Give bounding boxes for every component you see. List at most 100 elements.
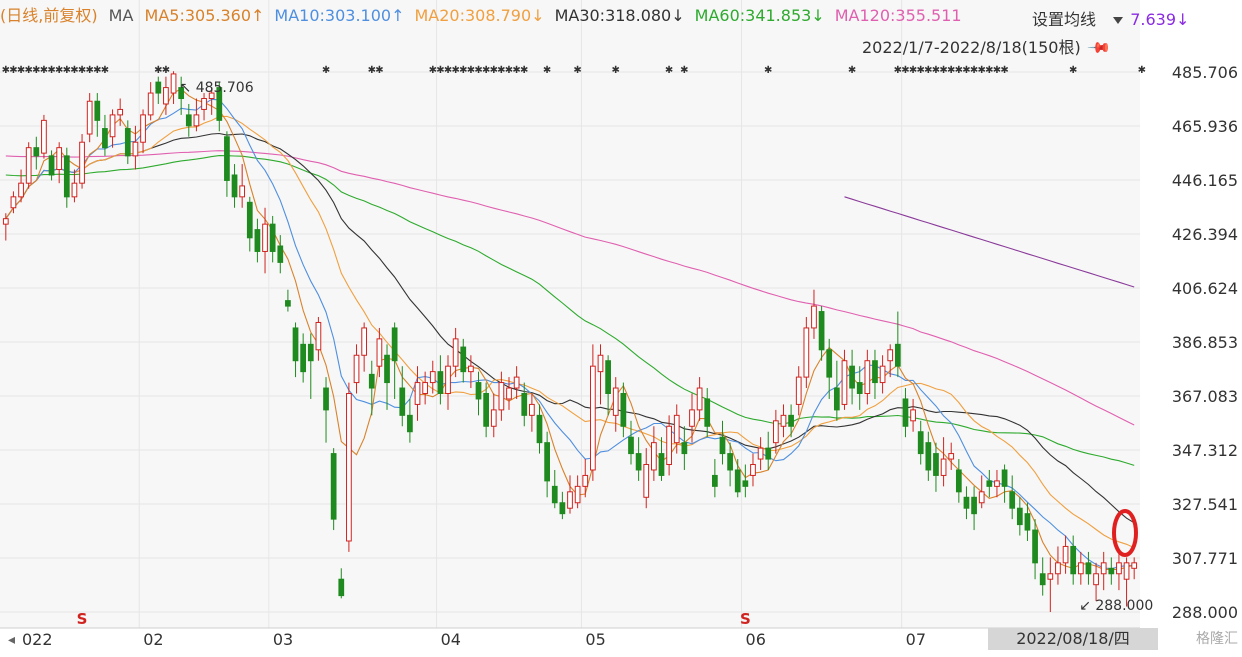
ma-value-ma120: MA120:355.511 xyxy=(834,6,962,25)
low-value-label: ↙ 288.000 xyxy=(1079,598,1153,614)
candle-body xyxy=(246,201,253,239)
candle-body xyxy=(1077,562,1084,575)
candle-body xyxy=(925,442,932,471)
candle-body xyxy=(368,373,375,389)
event-marker: ✱ xyxy=(520,65,528,76)
candle-body xyxy=(529,403,535,416)
event-marker: ✱ xyxy=(665,65,673,76)
candle-body xyxy=(696,387,703,411)
ma-value-ma5: MA5:305.360↑ xyxy=(144,6,265,25)
candle-body xyxy=(94,100,101,121)
candle-body xyxy=(933,453,939,476)
event-marker: ✱ xyxy=(612,65,620,76)
scroll-left-icon: ◂ xyxy=(8,632,15,648)
plot-background xyxy=(0,0,1140,628)
candle-body xyxy=(63,155,70,198)
candle-body xyxy=(163,87,169,105)
candle-body xyxy=(33,147,40,157)
dividend-marker: S xyxy=(740,610,751,628)
high-value-label: ↖ 485.706 xyxy=(180,80,254,96)
candle-body xyxy=(872,360,878,384)
watermark-logo: 格隆汇 xyxy=(1196,631,1238,647)
candle-body xyxy=(879,365,886,384)
candle-body xyxy=(498,382,505,411)
date-range-row: 2022/1/7-2022/8/18(150根) 📌 xyxy=(862,34,1112,61)
candle-body xyxy=(147,92,154,116)
candle-body xyxy=(795,376,802,405)
candle-body xyxy=(124,128,131,157)
candle-body xyxy=(521,392,528,416)
candle-body xyxy=(597,354,604,373)
candle-body xyxy=(856,382,863,394)
candle-body xyxy=(727,453,733,471)
candle-body xyxy=(79,141,85,184)
candle-body xyxy=(361,327,368,356)
candle-body xyxy=(544,442,550,482)
y-tick-label: 465.936 xyxy=(1172,117,1238,136)
candle-body xyxy=(1085,562,1092,575)
x-tick-label: 022 xyxy=(22,630,53,649)
candle-body xyxy=(780,414,787,427)
candle-body xyxy=(185,114,192,127)
settings-control[interactable]: 设置均线 7.639↓ xyxy=(1032,6,1189,30)
ma-value-ma30: MA30:318.080↓ xyxy=(554,6,685,25)
candle-body xyxy=(612,387,619,416)
event-marker: ✱ xyxy=(543,65,551,76)
pin-icon[interactable]: 📌 xyxy=(1086,35,1112,61)
ma-value-ma60: MA60:341.853↓ xyxy=(694,6,825,25)
x-tick-label: 03 xyxy=(273,630,293,649)
candle-body xyxy=(574,485,581,504)
candle-body xyxy=(1100,562,1107,575)
candle-body xyxy=(963,496,970,509)
candle-body xyxy=(193,114,200,127)
event-marker: ✱ xyxy=(764,65,772,76)
candle-body xyxy=(1062,545,1069,564)
date-range-label: 2022/1/7-2022/8/18(150根) xyxy=(862,38,1081,57)
candle-body xyxy=(818,311,825,351)
candle-body xyxy=(384,354,390,384)
event-marker: ✱ xyxy=(680,65,688,76)
ma-value-ma20: MA20:308.790↓ xyxy=(414,6,545,25)
candle-body xyxy=(704,398,711,427)
candle-body xyxy=(986,480,993,487)
settings-label[interactable]: 设置均线 xyxy=(1032,10,1096,29)
y-tick-label: 347.312 xyxy=(1172,441,1238,460)
y-tick-label: 426.394 xyxy=(1172,225,1238,244)
trailing-value: 7.639↓ xyxy=(1130,10,1190,29)
candle-body xyxy=(269,223,276,252)
candle-body xyxy=(711,474,718,487)
candle-body xyxy=(910,409,916,422)
candle-body xyxy=(826,349,833,378)
candlestick-chart-svg[interactable]: 485.706 465.936 446.165 426.394 406.624 386.8… xyxy=(0,0,1242,653)
candle-body xyxy=(567,491,573,509)
candle-body xyxy=(1070,545,1077,575)
candle-body xyxy=(117,108,124,116)
x-tick-label: 02 xyxy=(143,630,163,649)
candle-body xyxy=(71,182,78,198)
candle-body xyxy=(490,409,497,427)
candle-body xyxy=(1024,513,1031,531)
candle-body xyxy=(109,114,116,138)
candle-body xyxy=(1032,529,1038,564)
candle-body xyxy=(132,141,139,157)
candle-body xyxy=(757,447,764,460)
candle-body xyxy=(475,382,482,400)
candle-body xyxy=(582,474,589,487)
candle-body xyxy=(917,431,924,455)
candle-body xyxy=(437,371,444,394)
candle-body xyxy=(628,436,634,455)
candle-body xyxy=(849,365,855,389)
candle-body xyxy=(429,371,436,384)
candle-body xyxy=(803,327,810,378)
stock-chart[interactable]: 485.706 465.936 446.165 426.394 406.624 386.8… xyxy=(0,0,1242,653)
candle-body xyxy=(1016,507,1023,526)
triangle-down-icon[interactable] xyxy=(1113,17,1124,24)
candle-body xyxy=(833,387,840,411)
candle-body xyxy=(536,414,543,444)
candle-body xyxy=(41,119,47,154)
candle-body xyxy=(25,147,32,184)
event-marker: ✱ xyxy=(375,65,383,76)
candle-body xyxy=(948,453,955,460)
candle-body xyxy=(2,218,9,225)
candle-body xyxy=(1001,469,1008,487)
